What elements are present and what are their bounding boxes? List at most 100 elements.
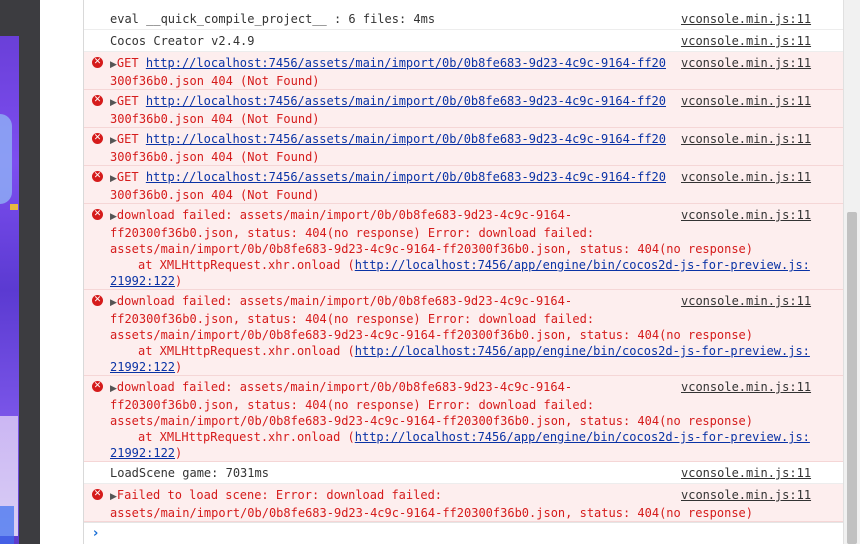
console-command-input[interactable] [108, 524, 832, 545]
error-line: ▶download failed: assets/main/import/0b/… [110, 207, 680, 225]
request-method: GET [116, 94, 146, 108]
expand-triangle-icon[interactable]: ▶ [110, 384, 117, 394]
game-preview-shape [0, 506, 14, 544]
error-line: 300f36b0.json 404 (Not Found) [110, 74, 320, 88]
log-text-line: LoadScene game: 7031ms [110, 466, 269, 480]
error-line: ▶Failed to load scene: Error: download f… [110, 487, 680, 505]
game-preview-shape [0, 114, 12, 204]
console-scrollbar[interactable] [843, 0, 860, 544]
stack-frame-url[interactable]: http://localhost:7456/app/engine/bin/coc… [355, 258, 810, 272]
error-line: assets/main/import/0b/0b8fe683-9d23-4c9c… [110, 242, 753, 256]
stack-trace-line: 21992:122) [110, 273, 680, 289]
error-text: download failed: assets/main/import/0b/0… [116, 208, 573, 222]
console-error-row[interactable]: ✕ ▶download failed: assets/main/import/0b… [84, 204, 844, 290]
error-line: ▶GET http://localhost:7456/assets/main/i… [110, 93, 680, 111]
stack-frame-url[interactable]: 21992:122 [110, 446, 175, 460]
log-text-line: eval __quick_compile_project__ : 6 files… [110, 12, 436, 26]
error-icon: ✕ [92, 171, 103, 182]
source-link[interactable]: vconsole.min.js:11 [681, 11, 811, 27]
source-link[interactable]: vconsole.min.js:11 [681, 169, 811, 185]
error-icon: ✕ [92, 57, 103, 68]
console-error-row[interactable]: ✕ ▶GET http://localhost:7456/assets/main/… [84, 52, 844, 90]
source-link[interactable]: vconsole.min.js:11 [681, 93, 811, 109]
request-method: GET [116, 56, 146, 70]
stack-frame-text: at XMLHttpRequest.xhr.onload ( [138, 344, 355, 358]
scrollbar-thumb[interactable] [847, 212, 857, 544]
expand-triangle-icon[interactable]: ▶ [110, 136, 117, 146]
source-link[interactable]: vconsole.min.js:11 [681, 465, 811, 481]
console-panel: eval __quick_compile_project__ : 6 files… [83, 0, 844, 545]
error-line: 300f36b0.json 404 (Not Found) [110, 150, 320, 164]
error-text: download failed: assets/main/import/0b/0… [116, 380, 573, 394]
console-log-row[interactable]: LoadScene game: 7031ms vconsole.min.js:11 [84, 462, 844, 484]
source-link[interactable]: vconsole.min.js:11 [681, 379, 811, 395]
stack-frame-text: ) [175, 446, 183, 460]
left-panel-strip [0, 0, 40, 544]
stack-frame-url[interactable]: http://localhost:7456/app/engine/bin/coc… [355, 430, 810, 444]
stack-frame-text: at XMLHttpRequest.xhr.onload ( [138, 430, 355, 444]
error-line: ff20300f36b0.json, status: 404(no respon… [110, 226, 595, 240]
stack-frame-url[interactable]: http://localhost:7456/app/engine/bin/coc… [355, 344, 810, 358]
source-link[interactable]: vconsole.min.js:11 [681, 293, 811, 309]
error-icon: ✕ [92, 209, 103, 220]
error-text: Failed to load scene: Error: download fa… [116, 488, 443, 502]
stack-trace-line: at XMLHttpRequest.xhr.onload (http://loc… [110, 343, 810, 359]
log-message: ▶GET http://localhost:7456/assets/main/i… [110, 90, 680, 127]
request-url[interactable]: http://localhost:7456/assets/main/import… [146, 94, 666, 108]
error-line: ▶download failed: assets/main/import/0b/… [110, 379, 680, 397]
stack-frame-url[interactable]: 21992:122 [110, 360, 175, 374]
error-icon: ✕ [92, 489, 103, 500]
expand-triangle-icon[interactable]: ▶ [110, 212, 117, 222]
log-message: ▶download failed: assets/main/import/0b/… [110, 376, 810, 461]
error-line: ff20300f36b0.json, status: 404(no respon… [110, 398, 595, 412]
source-link[interactable]: vconsole.min.js:11 [681, 33, 811, 49]
log-message: ▶download failed: assets/main/import/0b/… [110, 290, 810, 375]
request-url[interactable]: http://localhost:7456/assets/main/import… [146, 56, 666, 70]
request-method: GET [116, 132, 146, 146]
source-link[interactable]: vconsole.min.js:11 [681, 131, 811, 147]
error-line: assets/main/import/0b/0b8fe683-9d23-4c9c… [110, 414, 753, 428]
console-error-row[interactable]: ✕ ▶GET http://localhost:7456/assets/main/… [84, 166, 844, 204]
log-message: LoadScene game: 7031ms [110, 462, 680, 481]
error-line: ▶GET http://localhost:7456/assets/main/i… [110, 55, 680, 73]
source-link[interactable]: vconsole.min.js:11 [681, 487, 811, 503]
stack-frame-url[interactable]: 21992:122 [110, 274, 175, 288]
stack-frame-text: ) [175, 360, 183, 374]
console-log-row[interactable]: Cocos Creator v2.4.9 vconsole.min.js:11 [84, 30, 844, 52]
request-method: GET [116, 170, 146, 184]
error-icon: ✕ [92, 95, 103, 106]
console-prompt-row[interactable]: › [84, 522, 844, 545]
error-line: ▶GET http://localhost:7456/assets/main/i… [110, 169, 680, 187]
expand-triangle-icon[interactable]: ▶ [110, 60, 117, 70]
log-text-line: Cocos Creator v2.4.9 [110, 34, 255, 48]
error-line: ▶GET http://localhost:7456/assets/main/i… [110, 131, 680, 149]
log-message: Cocos Creator v2.4.9 [110, 30, 680, 49]
source-link[interactable]: vconsole.min.js:11 [681, 55, 811, 71]
game-preview-edge [0, 36, 19, 544]
expand-triangle-icon[interactable]: ▶ [110, 98, 117, 108]
log-message: ▶GET http://localhost:7456/assets/main/i… [110, 166, 680, 203]
stack-trace-line: 21992:122) [110, 445, 680, 461]
prompt-chevron-icon: › [93, 526, 99, 541]
error-line: 300f36b0.json 404 (Not Found) [110, 188, 320, 202]
console-error-row[interactable]: ✕ ▶download failed: assets/main/import/0b… [84, 376, 844, 462]
error-icon: ✕ [92, 295, 103, 306]
expand-triangle-icon[interactable]: ▶ [110, 174, 117, 184]
console-error-row[interactable]: ✕ ▶GET http://localhost:7456/assets/main/… [84, 128, 844, 166]
console-error-row[interactable]: ✕ ▶Failed to load scene: Error: download … [84, 484, 844, 522]
stack-frame-text: ) [175, 274, 183, 288]
request-url[interactable]: http://localhost:7456/assets/main/import… [146, 170, 666, 184]
console-error-row[interactable]: ✕ ▶GET http://localhost:7456/assets/main/… [84, 90, 844, 128]
error-line: assets/main/import/0b/0b8fe683-9d23-4c9c… [110, 328, 753, 342]
expand-triangle-icon[interactable]: ▶ [110, 492, 117, 502]
console-log-row[interactable]: eval __quick_compile_project__ : 6 files… [84, 8, 844, 30]
error-line: ▶download failed: assets/main/import/0b/… [110, 293, 680, 311]
console-error-row[interactable]: ✕ ▶download failed: assets/main/import/0b… [84, 290, 844, 376]
source-link[interactable]: vconsole.min.js:11 [681, 207, 811, 223]
error-icon: ✕ [92, 381, 103, 392]
error-line: ff20300f36b0.json, status: 404(no respon… [110, 312, 595, 326]
request-url[interactable]: http://localhost:7456/assets/main/import… [146, 132, 666, 146]
expand-triangle-icon[interactable]: ▶ [110, 298, 117, 308]
stack-trace-line: at XMLHttpRequest.xhr.onload (http://loc… [110, 257, 810, 273]
log-message: eval __quick_compile_project__ : 6 files… [110, 8, 680, 27]
